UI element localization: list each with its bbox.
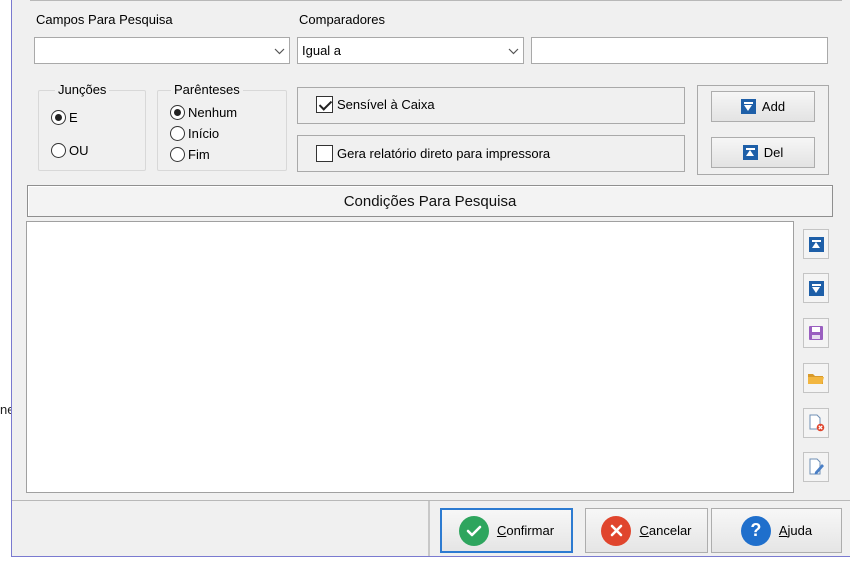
close-icon — [601, 515, 632, 546]
del-label: Del — [763, 145, 784, 160]
edit-document-icon — [809, 458, 824, 475]
bottom-rule — [12, 500, 850, 501]
search-fields-label: Campos Para Pesquisa — [36, 12, 173, 27]
move-up-icon — [808, 236, 824, 252]
radio-unselected-icon — [170, 125, 185, 141]
move-down-button[interactable] — [803, 273, 829, 303]
case-sensitive-checkbox[interactable]: Sensível à Caixa — [316, 96, 435, 113]
parentheses-fim-label: Fim — [188, 146, 210, 162]
help-label: Ajuda — [778, 523, 813, 538]
parentheses-inicio-label: Início — [188, 125, 220, 141]
join-ou-label: OU — [69, 142, 89, 158]
radio-unselected-icon — [170, 146, 185, 162]
confirm-label: Confirmar — [496, 523, 555, 538]
radio-selected-icon — [51, 109, 66, 125]
open-folder-icon — [808, 373, 824, 384]
delete-document-button[interactable] — [803, 408, 829, 438]
comparators-value: Igual a — [302, 43, 342, 58]
join-e-label: E — [69, 109, 78, 125]
help-icon: ? — [740, 515, 771, 546]
comparators-select[interactable]: Igual a — [297, 37, 524, 64]
add-down-icon — [740, 99, 756, 114]
parentheses-radio-nenhum[interactable]: Nenhum — [170, 103, 237, 121]
add-label: Add — [761, 99, 786, 114]
joins-title: Junções — [55, 82, 110, 97]
save-button[interactable] — [803, 318, 829, 348]
radio-unselected-icon — [51, 142, 66, 158]
direct-print-checkbox[interactable]: Gera relatório direto para impressora — [316, 145, 550, 162]
conditions-header-label: Condições Para Pesquisa — [343, 192, 517, 210]
move-up-button[interactable] — [803, 229, 829, 259]
save-icon — [809, 326, 823, 340]
conditions-list[interactable] — [26, 221, 794, 493]
direct-print-label: Gera relatório direto para impressora — [337, 146, 551, 161]
del-up-icon — [742, 145, 758, 160]
add-button[interactable]: Add — [711, 91, 815, 122]
join-radio-ou[interactable]: OU — [51, 141, 89, 159]
checkbox-checked-icon — [316, 96, 333, 113]
search-fields-select[interactable] — [34, 37, 290, 64]
conditions-header: Condições Para Pesquisa — [27, 185, 833, 217]
parentheses-radio-inicio[interactable]: Início — [170, 124, 219, 142]
parentheses-radio-fim[interactable]: Fim — [170, 145, 210, 163]
join-radio-e[interactable]: E — [51, 108, 78, 126]
parentheses-nenhum-label: Nenhum — [188, 104, 238, 120]
radio-selected-icon — [170, 104, 185, 120]
case-sensitive-label: Sensível à Caixa — [337, 97, 435, 112]
chevron-down-icon — [503, 44, 523, 58]
parentheses-title: Parênteses — [171, 82, 243, 97]
cancel-label: Cancelar — [639, 523, 692, 538]
edit-document-button[interactable] — [803, 452, 829, 482]
checkbox-unchecked-icon — [316, 145, 333, 162]
compare-value-input[interactable] — [531, 37, 828, 64]
checkmark-icon — [458, 515, 489, 546]
del-button[interactable]: Del — [711, 137, 815, 168]
confirm-button[interactable]: Confirmar — [440, 508, 573, 553]
help-button[interactable]: ? Ajuda — [711, 508, 842, 553]
move-down-icon — [808, 280, 824, 296]
top-rule — [30, 0, 842, 1]
comparators-label: Comparadores — [299, 12, 385, 27]
chevron-down-icon — [269, 44, 289, 58]
cancel-button[interactable]: Cancelar — [585, 508, 708, 553]
delete-document-icon — [809, 414, 824, 432]
footer-separator — [428, 501, 430, 556]
open-folder-button[interactable] — [803, 363, 829, 393]
